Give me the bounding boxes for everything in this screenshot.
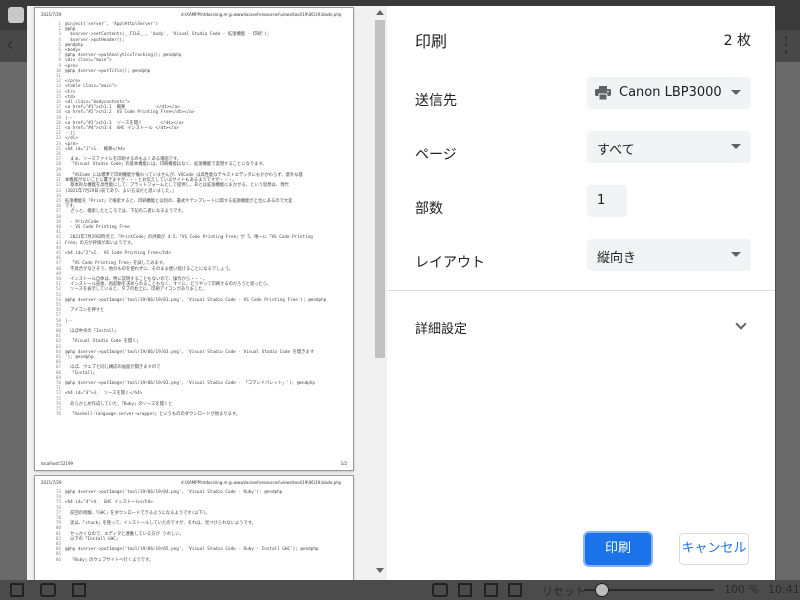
- browser-status-bar: リセット 100 % 10:41: [0, 580, 800, 600]
- line-text: <h4 id="1">1. 概要</h4>: [65, 146, 126, 152]
- line-text: 「Ruby」のウェブサイトへ行くようです。: [65, 557, 154, 563]
- line-text: 実は、「stack」を使って、インストールしていたのですが、それは、見つけられな…: [65, 521, 256, 527]
- line-text: 「Install」: [65, 370, 97, 376]
- line-text: |--: [65, 318, 73, 324]
- browser-logo-icon: [8, 7, 24, 23]
- line-text: <a href="#2">ch1:2 VS Code Printing Free…: [65, 110, 195, 116]
- page-date: 2021/7/29: [41, 480, 62, 485]
- print-preview: 2021/7/29 d:\XAMPP\htdocs\ing.m-jp.www\l…: [27, 6, 373, 580]
- scrollbar-thumb[interactable]: [375, 20, 385, 358]
- line-text: ざっと、検索したところでは、下記の二者になるようです。: [65, 209, 186, 215]
- code-line: 84 @php $server->putImage('tool/19/06/19/…: [45, 547, 347, 552]
- clock: 10:41: [768, 583, 800, 596]
- page-code-listing: 73 @php $server->putImage('tool/19/06/19/…: [45, 490, 347, 563]
- line-text: @inject('server', 'App\Http\Server'): [65, 22, 159, 27]
- menu-icon: ⋮: [776, 32, 796, 56]
- scroll-up-arrow-icon[interactable]: [376, 10, 384, 15]
- line-text: ソースを表示していると、タブの右上に、印刷アイコンがありました。: [65, 287, 207, 293]
- dialog-title: 印刷: [415, 32, 448, 51]
- page-footer-number: 1/2: [340, 461, 347, 466]
- pages-value: すべて: [597, 143, 635, 158]
- page-url: d:\XAMPP\htdocs\ing.m-jp.www\laravel\res…: [181, 12, 342, 17]
- pages-select[interactable]: すべて: [587, 131, 751, 163]
- line-text: アイコンを押すと: [65, 308, 105, 314]
- image-icon[interactable]: [484, 583, 498, 597]
- panel-toggle-icon[interactable]: [10, 583, 24, 597]
- code-line: 54 @php $server->putImage('tool/19/06/19/…: [45, 298, 347, 303]
- layout-value: 縦向き: [597, 251, 637, 266]
- line-text: (2021年7月29日)前であり、よい方法だと思いました。」: [65, 188, 177, 194]
- back-arrow-icon: ‹: [6, 32, 14, 56]
- line-text: 「haskell-language-server-wrapper」というもののダ…: [65, 412, 241, 418]
- copies-label: 部数: [415, 201, 443, 217]
- line-number: 76: [55, 412, 61, 418]
- page-date: 2021/7/29: [41, 12, 62, 17]
- printer-icon: [595, 86, 611, 100]
- preview-page-1: 2021/7/29 d:\XAMPP\htdocs\ing.m-jp.www\l…: [35, 8, 353, 470]
- tab-tiling-icon[interactable]: [40, 583, 56, 597]
- chevron-down-icon: [735, 318, 747, 330]
- destination-label: 送信先: [415, 93, 457, 109]
- destination-select[interactable]: Canon LBP3000: [587, 77, 751, 109]
- window-icon[interactable]: [72, 583, 86, 597]
- chevron-down-icon: [731, 90, 741, 95]
- line-text: @php $server->putImage('tool/19/06/19/05…: [65, 547, 319, 553]
- scroll-down-arrow-icon[interactable]: [376, 568, 384, 573]
- line-text: Free」の方が評価が高いようです。: [65, 240, 135, 246]
- print-settings-panel: 印刷 2 枚 送信先 Canon LBP3000 ページ すべて 部数 1 レイ…: [387, 6, 775, 580]
- line-text: '); @endphp: [65, 355, 94, 360]
- page-right-margin: [776, 62, 800, 580]
- copies-value: 1: [597, 193, 606, 208]
- line-text: 「Visual Studio Code」の基本機能には、印刷機能はなく、拡張機能…: [65, 162, 267, 168]
- line-text: <h4 id="4">4. GHC インストール</h4>: [65, 500, 153, 506]
- advanced-settings-label: 詳細設定: [415, 322, 468, 337]
- settings-divider: [387, 290, 775, 291]
- chevron-down-icon: [731, 144, 741, 149]
- line-text: <h4 id="2">2. VS Code Printing Free</h4>: [65, 250, 172, 256]
- page-footer: localhost:52199 1/2: [41, 461, 347, 466]
- chevron-down-icon: [731, 252, 741, 257]
- preview-page-2: 2021/7/29 d:\XAMPP\htdocs\ing.m-jp.www\l…: [35, 476, 353, 580]
- line-text: 不具合がなさそう、他のものを使わずに、そのまま使い続けることになるでしょう。: [65, 266, 234, 272]
- pages-label: ページ: [415, 147, 457, 163]
- line-text: @php $server->putTitle(); @endphp: [65, 68, 151, 74]
- cancel-button[interactable]: キャンセル: [679, 533, 749, 565]
- code-line: 70 @php $server->putImage('tool/19/06/19/…: [45, 381, 347, 386]
- line-text: - VS Code Printing Free: [65, 224, 130, 230]
- layout-select[interactable]: 縦向き: [587, 239, 751, 271]
- line-text: 前回の経験、「GHC」をダウンロードできるようになるようです(以下)。: [65, 510, 210, 516]
- line-text: 以下の「Install GHC」: [65, 536, 121, 542]
- zoom-reset-label[interactable]: リセット: [542, 583, 586, 599]
- line-text: 拡張機能を「Print」で検索すると、印刷機能とは別の、書式やテンプレートに関す…: [65, 198, 293, 204]
- page-footer-host: localhost:52199: [41, 461, 74, 466]
- line-text: @php $server->putImage('tool/19/06/19/04…: [65, 490, 283, 495]
- advanced-settings-toggle[interactable]: 詳細設定: [387, 306, 775, 346]
- line-text: 「Visual Studio Code を開く」: [65, 339, 141, 345]
- line-text: @php $server->putImage('tool/19/06/19/01…: [65, 297, 327, 303]
- preview-scrollbar[interactable]: [373, 6, 387, 580]
- line-text: <h4 id="3">3. ソースを開く</h4>: [65, 391, 143, 397]
- page-actions-icon[interactable]: [458, 583, 472, 597]
- zoom-level: 100 %: [724, 583, 759, 596]
- camera-icon[interactable]: [432, 583, 448, 597]
- zoom-slider-thumb[interactable]: [595, 583, 610, 597]
- line-text: あらかじめ作成していた、「Ruby」のソースを開くと: [65, 401, 173, 407]
- line-text: <a href="#4">ch1:4 GHC インストール </dt></a>: [65, 126, 179, 132]
- page-url: d:\XAMPP\htdocs\ing.m-jp.www\laravel\res…: [181, 480, 342, 485]
- print-dialog: 2021/7/29 d:\XAMPP\htdocs\ing.m-jp.www\l…: [27, 6, 775, 580]
- code-line: 86 「Ruby」のウェブサイトへ行くようです。: [45, 558, 347, 563]
- sheet-count: 2 枚: [723, 33, 751, 49]
- page-code-listing: 1 @inject('server', 'App\Http\Server') 2 @p…: [45, 22, 347, 417]
- line-text: @php $server->putImage('tool/19/06/19/03…: [65, 349, 315, 355]
- line-text: @php $server->putImage('tool/19/06/19/03…: [65, 381, 315, 387]
- copies-input[interactable]: 1: [587, 185, 627, 217]
- line-text: ほぼ中央の「Install」: [65, 328, 119, 334]
- code-icon[interactable]: [508, 583, 522, 597]
- code-line: 76 「haskell-language-server-wrapper」というも…: [45, 412, 347, 417]
- print-button[interactable]: 印刷: [585, 533, 651, 565]
- line-number: 86: [55, 557, 61, 563]
- layout-label: レイアウト: [415, 255, 485, 271]
- destination-value: Canon LBP3000: [619, 85, 722, 100]
